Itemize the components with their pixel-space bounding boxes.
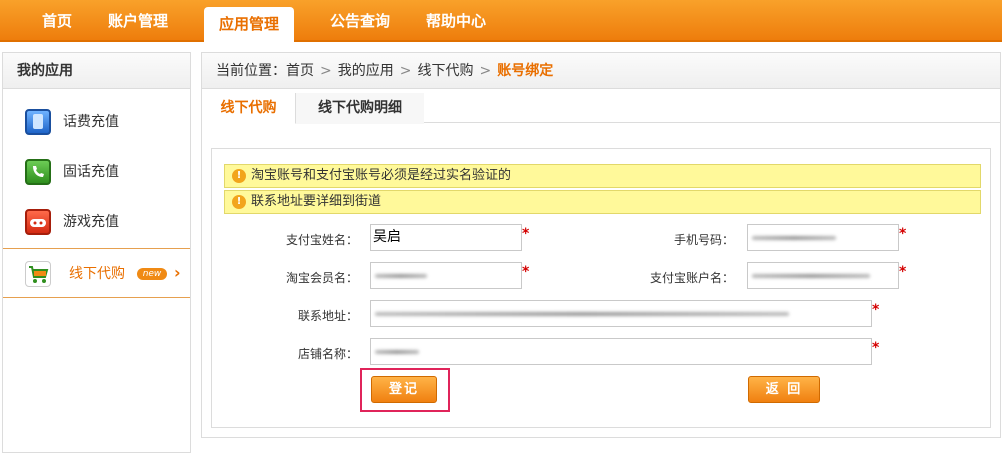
- sidebar-item-label: 线下代购: [69, 266, 125, 282]
- breadcrumb: 当前位置：首页 > 我的应用 > 线下代购 > 账号绑定: [202, 53, 1000, 89]
- warning-icon: !: [232, 195, 246, 209]
- alipay-name-label: 支付宝姓名：: [285, 233, 358, 247]
- mobile-phone-icon: [25, 109, 51, 135]
- redacted-value: [752, 236, 836, 240]
- tab-offline-purchase[interactable]: 线下代购: [202, 93, 296, 124]
- breadcrumb-offline-purchase[interactable]: 线下代购: [417, 63, 473, 79]
- nav-announcements[interactable]: 公告查询: [318, 0, 402, 42]
- gamepad-icon: [25, 209, 51, 235]
- sidebar-item-landline-recharge[interactable]: 固话充值: [3, 147, 190, 197]
- sidebar-item-label: 固话充值: [63, 164, 119, 180]
- sidebar: 我的应用 话费充值 固话充值 游戏充值 线下代购 new ›: [2, 52, 191, 453]
- redacted-value: [375, 312, 789, 316]
- sidebar-item-label: 游戏充值: [63, 214, 119, 230]
- mobile-label: 手机号码：: [673, 233, 734, 247]
- alipay-account-input[interactable]: [747, 262, 899, 289]
- notice-text: 联系地址要详细到街道: [251, 194, 382, 209]
- shop-name-label: 店铺名称：: [297, 347, 358, 361]
- taobao-member-input[interactable]: [370, 262, 522, 289]
- tab-bar: 线下代购 线下代购明细: [202, 93, 1000, 124]
- address-input[interactable]: [370, 300, 872, 327]
- required-mark: *: [872, 302, 880, 318]
- redacted-value: [375, 274, 427, 278]
- chevron-right-icon: ›: [174, 263, 181, 282]
- nav-help-center[interactable]: 帮助中心: [414, 0, 498, 42]
- sidebar-item-label: 话费充值: [63, 114, 119, 130]
- telephone-icon: [25, 159, 51, 185]
- back-button[interactable]: 返 回: [748, 376, 820, 403]
- required-mark: *: [899, 226, 907, 242]
- required-mark: *: [522, 264, 530, 280]
- tab-offline-purchase-details[interactable]: 线下代购明细: [296, 93, 424, 124]
- mobile-input[interactable]: [747, 224, 899, 251]
- notice-realname: ! 淘宝账号和支付宝账号必须是经过实名验证的: [224, 164, 981, 188]
- taobao-member-label: 淘宝会员名：: [285, 271, 358, 285]
- breadcrumb-separator: >: [479, 63, 492, 79]
- sidebar-item-game-recharge[interactable]: 游戏充值: [3, 197, 190, 247]
- notice-address: ! 联系地址要详细到街道: [224, 190, 981, 214]
- sidebar-item-offline-purchase[interactable]: 线下代购 new ›: [3, 248, 190, 298]
- breadcrumb-separator: >: [320, 63, 332, 79]
- binding-form: ! 淘宝账号和支付宝账号必须是经过实名验证的 ! 联系地址要详细到街道 支付宝姓…: [211, 148, 991, 428]
- nav-account-management[interactable]: 账户管理: [98, 0, 178, 42]
- breadcrumb-my-apps[interactable]: 我的应用: [338, 63, 394, 79]
- highlight-box: [360, 368, 450, 412]
- notice-text: 淘宝账号和支付宝账号必须是经过实名验证的: [251, 168, 512, 183]
- new-badge: new: [137, 268, 167, 280]
- redacted-value: [752, 274, 870, 278]
- shopping-cart-icon: [25, 261, 51, 287]
- breadcrumb-home[interactable]: 首页: [286, 63, 314, 79]
- sidebar-item-mobile-recharge[interactable]: 话费充值: [3, 97, 190, 147]
- main-panel: 当前位置：首页 > 我的应用 > 线下代购 > 账号绑定 线下代购 线下代购明细 ! 淘宝账…: [201, 52, 1001, 438]
- sidebar-title: 我的应用: [3, 53, 190, 89]
- nav-app-management[interactable]: 应用管理: [204, 7, 294, 44]
- breadcrumb-current: 账号绑定: [497, 63, 554, 79]
- shop-name-input[interactable]: [370, 338, 872, 365]
- top-navigation-bar: 首页 账户管理 应用管理 公告查询 帮助中心: [0, 0, 1002, 44]
- breadcrumb-separator: >: [399, 63, 412, 79]
- alipay-account-label: 支付宝账户名：: [649, 271, 734, 285]
- breadcrumb-prefix: 当前位置：: [216, 63, 286, 79]
- required-mark: *: [522, 226, 530, 242]
- required-mark: *: [899, 264, 907, 280]
- required-mark: *: [872, 340, 880, 356]
- redacted-value: [375, 350, 419, 354]
- warning-icon: !: [232, 169, 246, 183]
- nav-home[interactable]: 首页: [22, 0, 92, 42]
- alipay-name-input[interactable]: 吴启: [370, 224, 522, 251]
- address-label: 联系地址：: [297, 309, 358, 323]
